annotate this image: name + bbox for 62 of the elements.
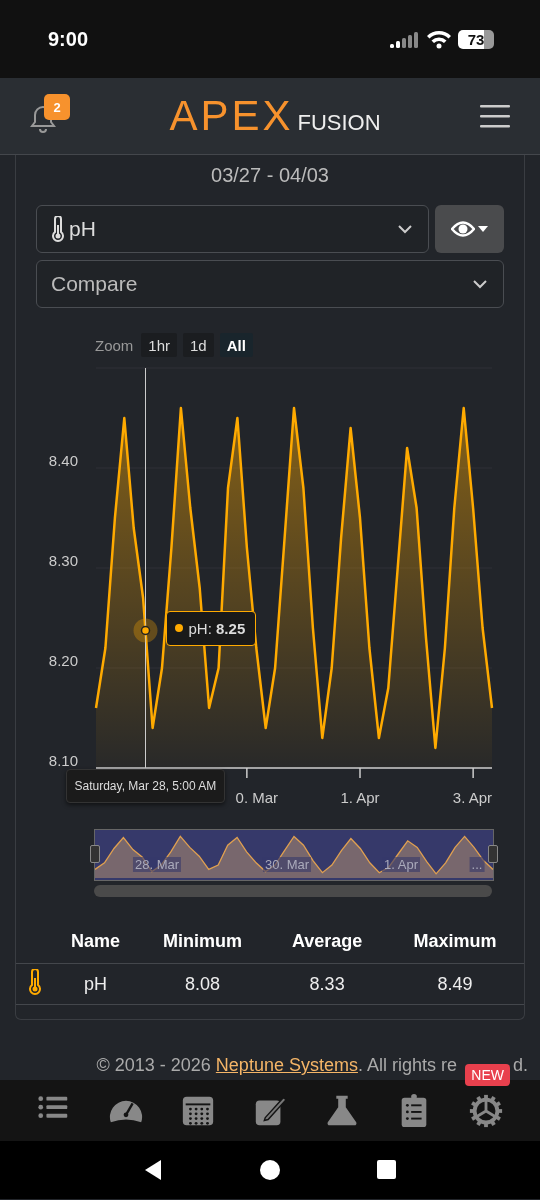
column-header: Average: [268, 919, 386, 964]
battery-level: 73: [458, 29, 494, 49]
navigator-label: ...: [469, 857, 485, 872]
thermometer-icon: [51, 216, 65, 242]
axis-label: 8.30: [48, 552, 78, 569]
signal-icon: [390, 30, 420, 48]
column-header: Maximum: [385, 919, 524, 964]
chevron-icon: [398, 224, 412, 234]
status-time: 9:00: [48, 27, 89, 51]
thermometer-icon: [28, 968, 42, 995]
table-cell: 8.33: [268, 963, 386, 1005]
table-cell: 8.08: [136, 963, 269, 1005]
recents-icon[interactable]: [377, 1160, 397, 1180]
copyright-text: d.: [513, 1055, 528, 1076]
column-header: Name: [54, 919, 137, 964]
caret-icon: [478, 226, 488, 232]
edit-icon[interactable]: [255, 1096, 288, 1125]
back-icon[interactable]: [143, 1159, 163, 1181]
range-handle[interactable]: [90, 845, 100, 863]
table-cell: pH: [54, 963, 137, 1005]
tooltip-text: pH: 8.25: [188, 619, 246, 637]
series-dot-icon: [174, 624, 183, 632]
new-badge: NEW: [465, 1064, 510, 1086]
axis-label: 8.20: [48, 652, 78, 669]
calendar-icon[interactable]: [182, 1096, 214, 1125]
notification-badge: 2: [44, 94, 70, 120]
gauge-icon[interactable]: [109, 1100, 143, 1122]
axis-label: 0. Mar: [235, 789, 279, 806]
gear-icon[interactable]: [469, 1094, 503, 1127]
visibility-button[interactable]: [435, 205, 504, 253]
date-range: 03/27 - 04/03: [210, 163, 330, 187]
company-link[interactable]: Neptune Systems: [215, 1055, 358, 1075]
zoom-label: Zoom: [95, 336, 134, 354]
axis-label: 1. Apr: [340, 789, 380, 806]
compare-select[interactable]: Compare: [36, 260, 504, 308]
column-header: Minimum: [136, 919, 269, 964]
navigator-label: 30. Mar: [262, 857, 312, 872]
axis-label: 8.40: [48, 452, 78, 469]
range-handle[interactable]: [488, 845, 498, 863]
chevron-icon: [473, 279, 487, 289]
flask-icon[interactable]: [327, 1095, 357, 1125]
menu-icon[interactable]: [480, 104, 510, 128]
axis-label: 3. Apr: [452, 789, 492, 806]
navigator-label: 28. Mar: [132, 857, 182, 872]
wifi-icon: [426, 29, 452, 49]
scrollbar[interactable]: [94, 885, 492, 897]
copyright-text: © 2013 - 2026 Neptune Systems. All rights re: [96, 1055, 457, 1076]
zoom-button[interactable]: 1hr: [141, 333, 178, 357]
probe-select[interactable]: pH: [36, 205, 429, 253]
logo-text: APEX: [169, 96, 294, 136]
clipboard-icon[interactable]: [401, 1093, 427, 1127]
home-icon[interactable]: [259, 1159, 281, 1181]
eye-icon: [451, 219, 475, 239]
zoom-button[interactable]: 1d: [183, 333, 214, 357]
axis-label: 8.10: [48, 752, 78, 769]
logo-subtext: FUSION: [297, 110, 381, 136]
list-icon[interactable]: [38, 1095, 68, 1118]
zoom-button[interactable]: All: [219, 333, 253, 357]
navigator-label: 1. Apr: [382, 857, 420, 872]
date-tooltip: Saturday, Mar 28, 5:00 AM: [65, 769, 226, 803]
hover-marker: [133, 618, 158, 643]
table-cell: 8.49: [385, 963, 524, 1005]
